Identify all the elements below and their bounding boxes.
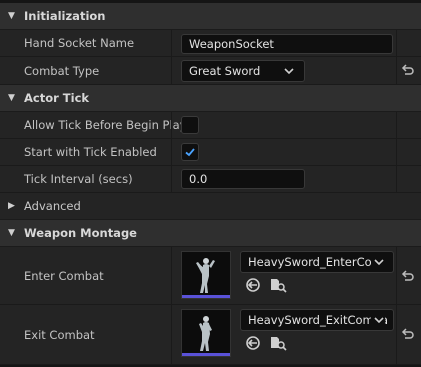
row-enter-combat: Enter Combat HeavySword_EnterCom: [0, 247, 421, 305]
asset-thumbnail[interactable]: [181, 251, 231, 299]
start-tick-label: Start with Tick Enabled: [24, 145, 157, 159]
hand-socket-label: Hand Socket Name: [24, 36, 135, 50]
row-combat-type: Combat Type Great Sword: [0, 57, 421, 85]
tick-interval-input[interactable]: 0.0: [181, 169, 305, 189]
allow-tick-checkbox[interactable]: [181, 116, 199, 134]
browse-asset-icon[interactable]: [269, 277, 287, 293]
combat-type-dropdown[interactable]: Great Sword: [181, 60, 305, 82]
exit-combat-label: Exit Combat: [24, 327, 95, 342]
allow-tick-label: Allow Tick Before Begin Play: [24, 118, 187, 132]
section-title: Initialization: [24, 9, 106, 23]
enter-combat-asset-name: HeavySword_EnterCom: [248, 255, 383, 269]
section-actor-tick[interactable]: ▼ Actor Tick: [0, 85, 421, 112]
browse-asset-icon[interactable]: [269, 335, 287, 351]
chevron-down-icon: ▼: [8, 228, 15, 238]
combat-type-value: Great Sword: [189, 64, 261, 78]
advanced-label: Advanced: [24, 199, 81, 213]
row-tick-interval: Tick Interval (secs) 0.0: [0, 166, 421, 193]
row-hand-socket: Hand Socket Name WeaponSocket: [0, 30, 421, 57]
row-exit-combat: Exit Combat HeavySword_ExitComba: [0, 305, 421, 365]
chevron-down-icon: ▼: [8, 11, 15, 21]
asset-thumbnail[interactable]: [181, 309, 231, 357]
chevron-right-icon: ▶: [8, 201, 15, 211]
start-tick-checkbox[interactable]: [181, 143, 199, 161]
use-selected-icon[interactable]: [245, 277, 261, 293]
chevron-down-icon: [371, 310, 385, 330]
use-selected-icon[interactable]: [245, 335, 261, 351]
section-title: Weapon Montage: [24, 226, 137, 240]
reset-arrow-icon[interactable]: [401, 327, 415, 344]
tick-interval-label: Tick Interval (secs): [24, 172, 133, 186]
enter-combat-label: Enter Combat: [24, 268, 104, 283]
chevron-down-icon: ▼: [8, 93, 15, 103]
section-title: Actor Tick: [24, 91, 90, 105]
enter-combat-asset-picker[interactable]: HeavySword_EnterCom: [240, 251, 394, 273]
checkmark-icon: [185, 148, 195, 157]
advanced-expander[interactable]: ▶ Advanced: [0, 193, 421, 220]
section-initialization[interactable]: ▼ Initialization: [0, 3, 421, 30]
combat-type-label: Combat Type: [24, 63, 100, 78]
reset-arrow-icon[interactable]: [401, 269, 415, 286]
section-weapon-montage[interactable]: ▼ Weapon Montage: [0, 220, 421, 247]
exit-combat-asset-name: HeavySword_ExitComba: [248, 313, 389, 327]
row-allow-tick: Allow Tick Before Begin Play: [0, 112, 421, 139]
chevron-down-icon: [283, 61, 295, 87]
chevron-down-icon: [371, 252, 385, 272]
reset-arrow-icon[interactable]: [401, 63, 415, 80]
exit-combat-asset-picker[interactable]: HeavySword_ExitComba: [240, 309, 394, 331]
row-start-tick: Start with Tick Enabled: [0, 139, 421, 166]
hand-socket-input[interactable]: WeaponSocket: [181, 34, 393, 54]
